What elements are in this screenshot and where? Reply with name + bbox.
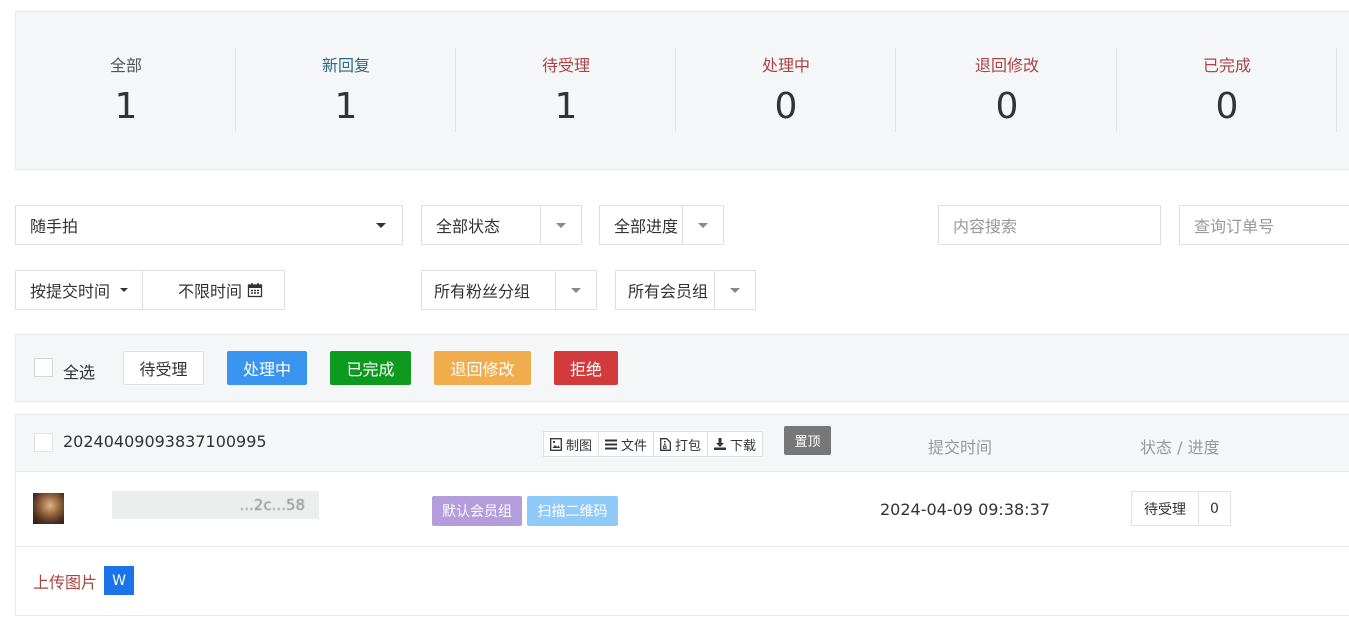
order-tools: 制图 文件 打包 下载 [543,431,764,457]
stat-value: 1 [334,86,358,127]
download-tool-button[interactable]: 下载 [708,432,762,456]
pack-tool-button[interactable]: 打包 [654,432,709,456]
scan-qr-tag: 扫描二维码 [527,496,618,526]
stat-value: 0 [995,86,1019,127]
pin-top-button[interactable]: 置顶 [784,426,831,455]
order-row: ...2c...58 默认会员组 扫描二维码 2024-04-09 09:38:… [15,472,1349,547]
progress-value: 0 [1210,500,1219,517]
pack-tool-label: 打包 [675,438,702,454]
stat-value: 0 [1215,86,1239,127]
batch-action-bar: 全选 待受理 处理中 已完成 退回修改 拒绝 [15,334,1349,402]
stat-value: 1 [114,86,138,127]
time-sort-dropdown[interactable]: 按提交时间 [15,270,143,310]
stat-new-reply[interactable]: 新回复 1 [236,48,456,134]
category-select[interactable]: 随手拍 [15,205,403,245]
caret-down-icon [698,222,708,228]
status-dropdown-toggle[interactable] [540,206,581,244]
caret-down-icon [556,222,566,228]
stat-value: 1 [554,86,578,127]
fans-group-value: 所有粉丝分组 [434,282,531,301]
stat-pending[interactable]: 待受理 1 [456,48,676,134]
status-value: 待受理 [1132,492,1199,525]
member-group-tag: 默认会员组 [432,496,522,526]
stat-label: 处理中 [761,56,810,75]
status-progress-header: 状态 / 进度 [1140,438,1220,457]
upload-image-link[interactable]: 上传图片 [33,569,97,593]
stat-label: 已完成 [1202,56,1251,75]
submit-time-value: 2024-04-09 09:38:37 [880,500,1050,519]
member-group-select[interactable]: 所有会员组 [615,270,756,310]
upload-badge[interactable]: W [104,566,134,595]
status-select[interactable]: 全部状态 [421,205,582,245]
stat-label: 退回修改 [974,56,1039,75]
fans-group-select[interactable]: 所有粉丝分组 [421,270,597,310]
content-search-placeholder: 内容搜索 [953,217,1018,236]
member-group-dropdown-toggle[interactable] [714,271,755,309]
stat-returned[interactable]: 退回修改 0 [897,48,1117,134]
status-value: 全部状态 [436,217,501,236]
order-search-input[interactable]: 查询订单号 [1179,205,1349,245]
user-name[interactable]: ...2c...58 [112,491,319,519]
stat-value: 0 [774,86,798,127]
member-group-value: 所有会员组 [628,282,709,301]
time-sort-label: 按提交时间 [30,282,111,301]
stat-completed[interactable]: 已完成 0 [1117,48,1337,134]
file-tool-label: 文件 [621,438,648,454]
order-footer: 上传图片 W [15,547,1349,616]
stat-processing[interactable]: 处理中 0 [676,48,896,134]
user-name-text: ...2c...58 [239,496,306,514]
processing-button[interactable]: 处理中 [227,351,307,385]
order-search-placeholder: 查询订单号 [1194,217,1275,236]
progress-select[interactable]: 全部进度 [599,205,724,245]
stats-panel: 全部 1 新回复 1 待受理 1 处理中 0 退回修改 0 已完成 0 [15,11,1349,170]
stat-label: 全部 [109,56,142,75]
status-progress[interactable]: 待受理 0 [1131,491,1231,526]
return-modify-button[interactable]: 退回修改 [434,351,531,385]
order-checkbox[interactable] [34,433,53,452]
avatar[interactable] [33,493,64,524]
file-tool-button[interactable]: 文件 [599,432,655,456]
progress-value: 全部进度 [614,217,679,236]
download-icon [714,438,727,450]
select-all-checkbox[interactable] [34,358,53,377]
caret-down-icon [730,287,740,293]
stat-label: 待受理 [541,56,590,75]
draw-tool-button[interactable]: 制图 [544,432,600,456]
category-value: 随手拍 [30,217,79,236]
archive-file-icon [660,437,671,451]
stat-all[interactable]: 全部 1 [16,48,236,134]
time-range-picker[interactable]: 不限时间 [142,270,285,310]
select-all-label: 全选 [63,363,96,382]
progress-dropdown-toggle[interactable] [682,206,723,244]
caret-down-icon [120,288,128,292]
order-header: 20240409093837100995 制图 文件 打包 下载 置顶 提交时间… [15,414,1349,472]
fans-group-dropdown-toggle[interactable] [555,271,596,309]
image-icon [550,437,562,451]
list-icon [605,439,618,449]
caret-down-icon [376,222,386,228]
time-range-value: 不限时间 [177,282,242,301]
content-search-input[interactable]: 内容搜索 [938,205,1161,245]
pending-button[interactable]: 待受理 [123,351,204,385]
calendar-icon [247,283,263,298]
stat-label: 新回复 [321,56,370,75]
completed-button[interactable]: 已完成 [330,351,411,385]
order-id: 20240409093837100995 [63,432,267,451]
draw-tool-label: 制图 [566,438,593,454]
submit-time-header: 提交时间 [928,438,993,457]
caret-down-icon [571,287,581,293]
reject-button[interactable]: 拒绝 [554,351,618,385]
download-tool-label: 下载 [730,438,757,454]
